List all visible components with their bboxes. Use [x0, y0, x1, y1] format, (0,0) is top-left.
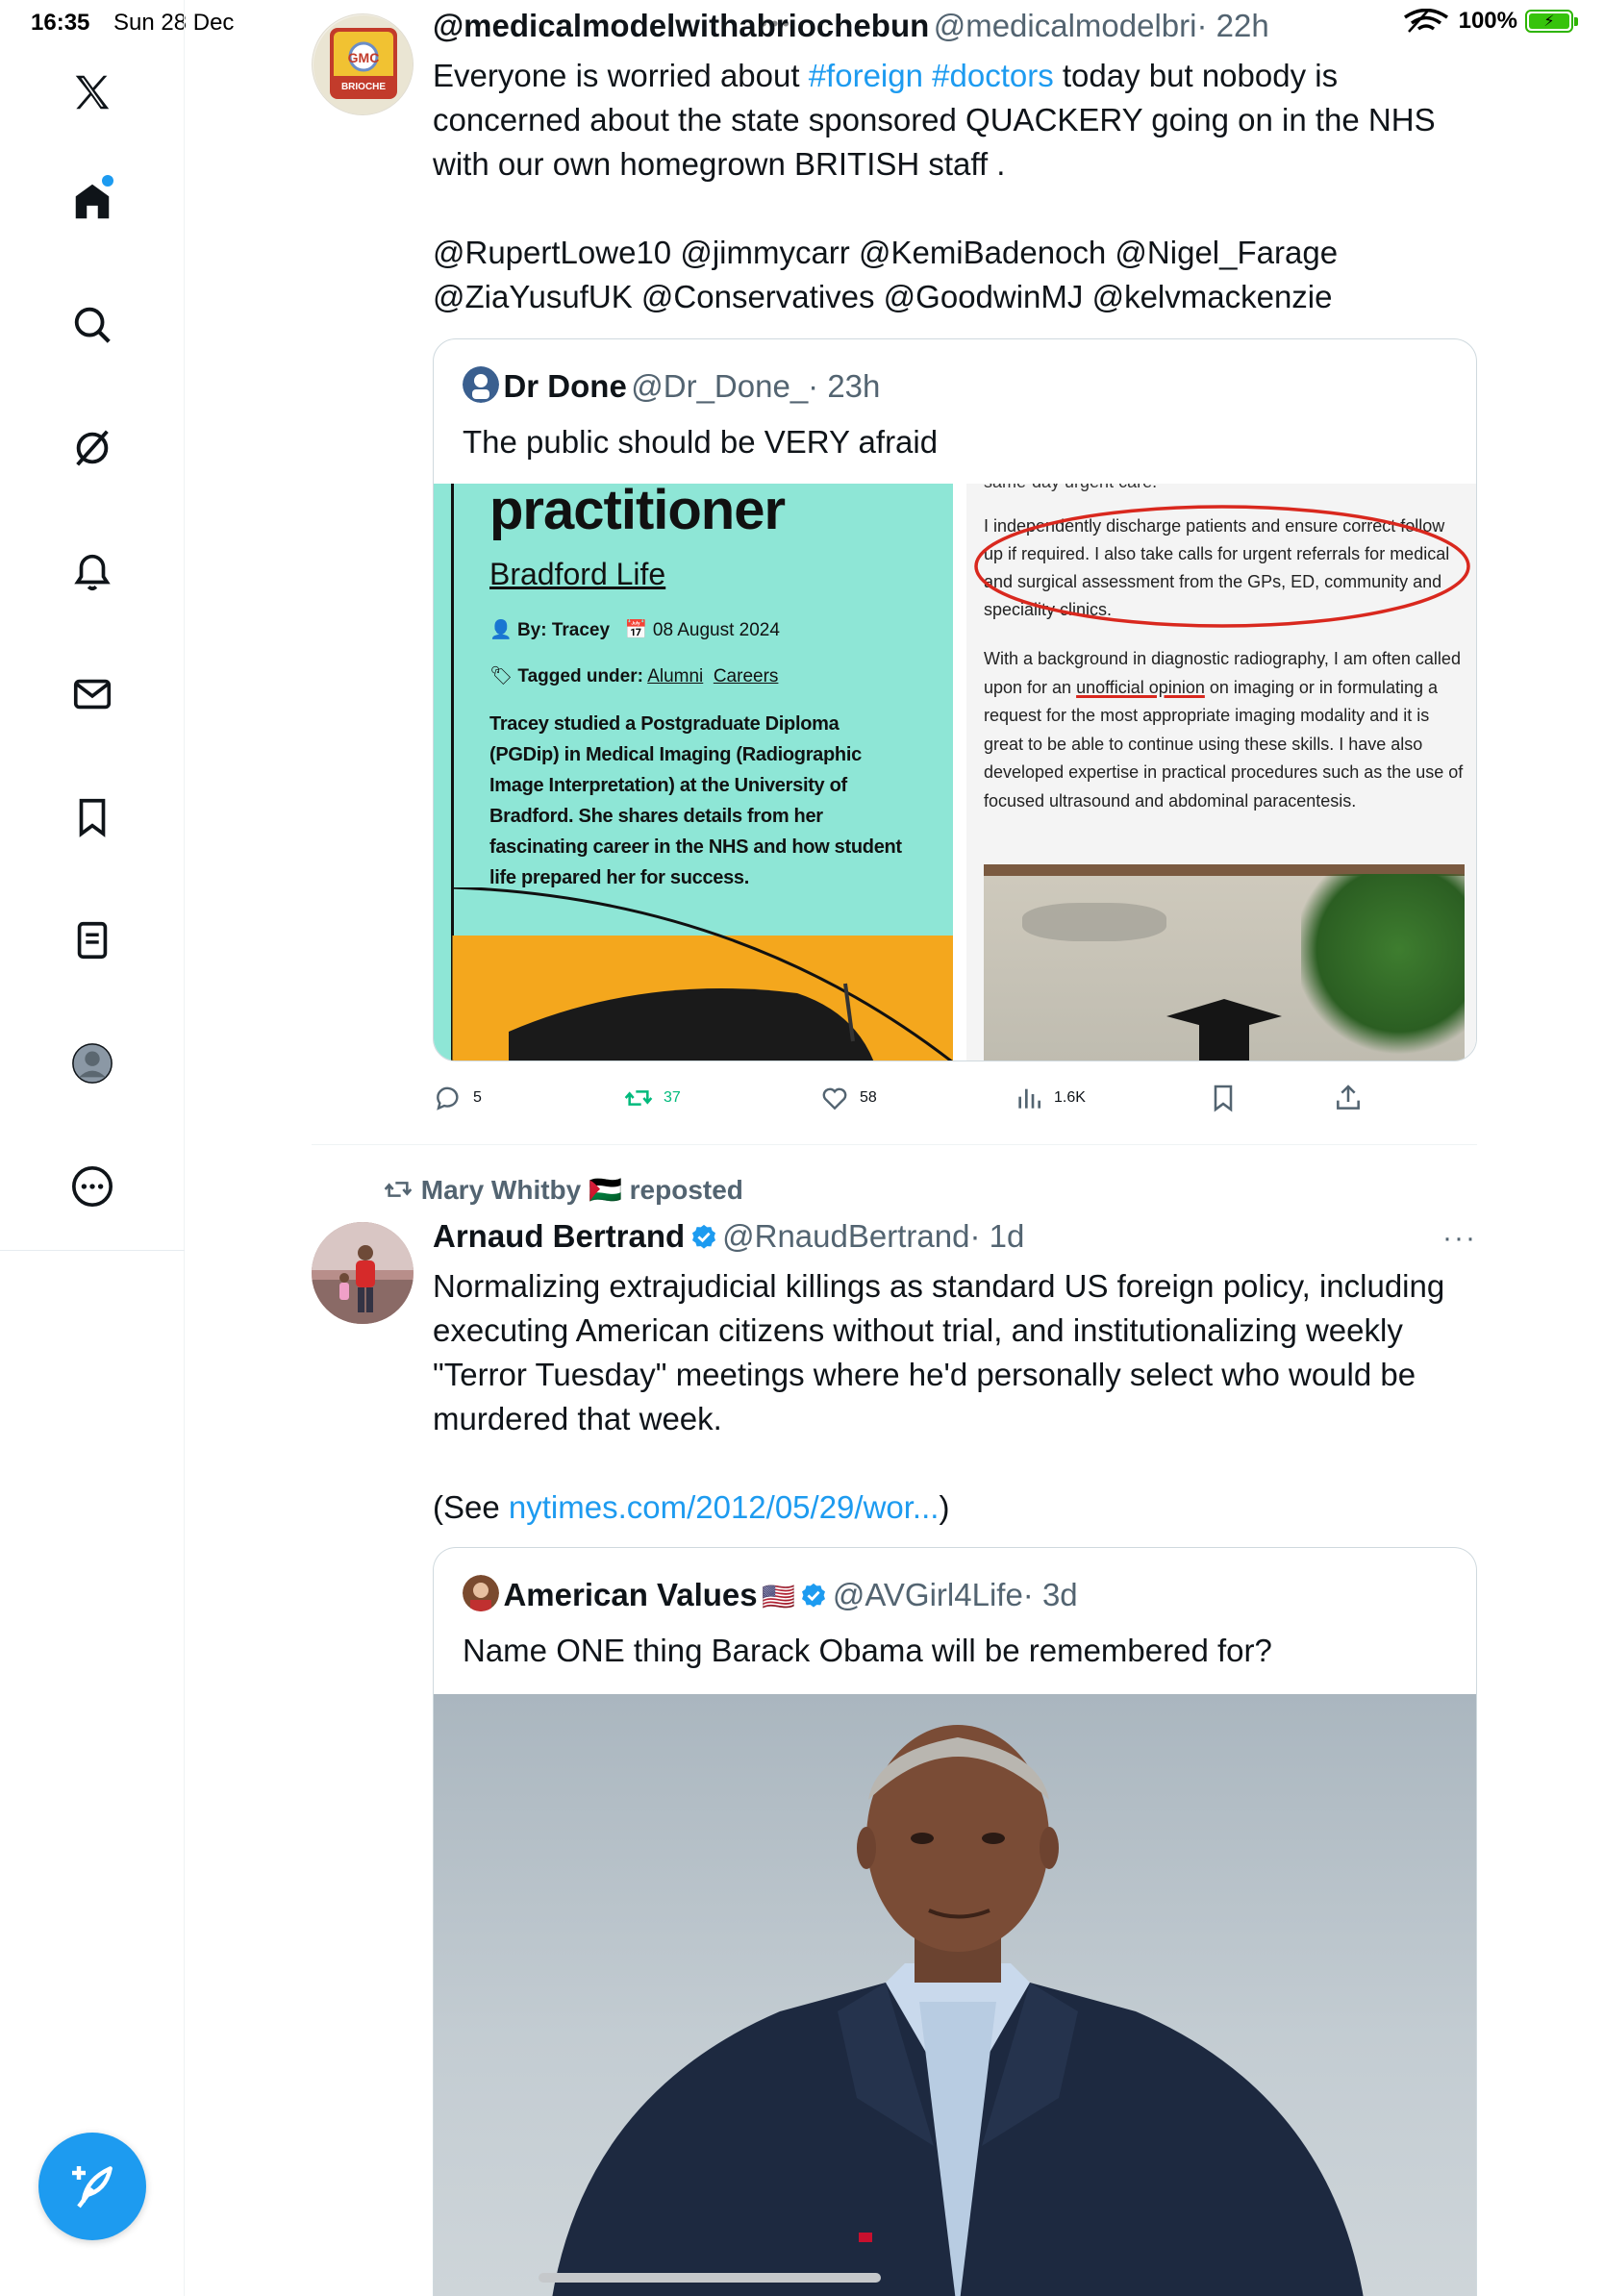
tweet-arnaud[interactable]: Mary Whitby 🇵🇸 reposted Arnaud Bertrand …	[312, 1145, 1477, 2296]
graduation-cap-image	[451, 887, 953, 1061]
verified-badge-icon	[802, 1583, 826, 1608]
author-name[interactable]: @medicalmodelwithabriochebun	[433, 8, 929, 43]
tweet-header: @medicalmodelwithabriochebun @medicalmod…	[433, 8, 1269, 44]
arnaud-avatar-image	[312, 1222, 414, 1324]
quote-image-right[interactable]: same-day urgent care. I independently di…	[966, 484, 1476, 1061]
underlined-phrase: unofficial opinion	[1076, 677, 1205, 697]
repost-count: 37	[664, 1089, 681, 1106]
article-subtitle: Bradford Life	[489, 557, 666, 591]
repost-context-icon	[384, 1182, 413, 1197]
share-icon	[1337, 1085, 1360, 1110]
reply-button[interactable]: 5	[433, 1083, 482, 1113]
like-count: 58	[860, 1089, 877, 1106]
author-handle[interactable]: @medicalmodelbri	[934, 8, 1197, 43]
calendar-icon: 📅	[624, 620, 648, 640]
article-byline: 👤 By: Tracey 📅 08 August 2024	[489, 620, 780, 640]
search-icon[interactable]	[63, 296, 121, 354]
lists-icon[interactable]	[63, 911, 121, 969]
tweet-see-link: (See nytimes.com/2012/05/29/wor...)	[433, 1489, 950, 1525]
more-options-icon[interactable]	[63, 1158, 121, 1215]
article-right-top: same-day urgent care.	[984, 484, 1157, 492]
article-summary: Tracey studied a Postgraduate Diploma (P…	[489, 713, 902, 888]
quote-avatar[interactable]	[463, 1575, 499, 1611]
quote-time: · 3d	[1022, 1577, 1078, 1612]
heart-icon	[822, 1087, 847, 1111]
tweet-time[interactable]: · 1d	[969, 1218, 1024, 1254]
article-paragraph: With a background in diagnostic radiogra…	[984, 649, 1464, 811]
home-indicator[interactable]	[539, 2273, 881, 2283]
gmc-badge-image: GMC BRIOCHE	[313, 15, 413, 114]
bookmark-button[interactable]	[1208, 1083, 1239, 1113]
quote-text: Name ONE thing Barack Obama will be reme…	[463, 1633, 1272, 1668]
nytimes-link[interactable]: nytimes.com/2012/05/29/wor...	[509, 1489, 940, 1525]
notification-dot	[102, 175, 113, 187]
x-logo-icon[interactable]	[63, 63, 121, 121]
quote-avatar[interactable]	[463, 366, 499, 403]
sidebar-divider	[0, 1250, 185, 1251]
tweet-header: Arnaud Bertrand @RnaudBertrand· 1d	[433, 1218, 1024, 1255]
portrait-illustration	[552, 1725, 1364, 2296]
views-button[interactable]: 1.6K	[1014, 1083, 1086, 1113]
quoted-tweet-drdone[interactable]: Dr Done @Dr_Done_· 23h The public should…	[433, 338, 1477, 1061]
quote-author-handle[interactable]: @AVGirl4Life	[833, 1577, 1023, 1612]
repost-button[interactable]: 37	[623, 1083, 681, 1113]
quote-time: · 23h	[808, 368, 881, 404]
obama-portrait-image[interactable]	[434, 1694, 1476, 2296]
bookmark-icon	[1214, 1085, 1233, 1112]
svg-text:GMC: GMC	[348, 50, 380, 65]
quote-author-name[interactable]: American Values	[503, 1577, 757, 1612]
quote-image-left[interactable]: practitioner Bradford Life 👤 By: Tracey …	[434, 484, 953, 1061]
quote-author-handle[interactable]: @Dr_Done_	[631, 368, 808, 404]
compose-post-button[interactable]	[38, 2133, 146, 2240]
quoted-tweet-americanvalues[interactable]: American Values 🇺🇸 @AVGirl4Life· 3d Name…	[433, 1547, 1477, 2296]
us-flag-icon: 🇺🇸	[762, 1582, 795, 1611]
tweet-body: Everyone is worried about #foreign #doct…	[433, 54, 1477, 187]
quote-text: The public should be VERY afraid	[463, 424, 939, 460]
reply-icon	[437, 1086, 459, 1111]
like-button[interactable]: 58	[819, 1083, 877, 1113]
view-count: 1.6K	[1054, 1089, 1086, 1106]
hashtag-doctors[interactable]: #doctors	[932, 58, 1054, 93]
avatar-arnaud[interactable]	[312, 1222, 414, 1324]
tweet-mentions[interactable]: @RupertLowe10 @jimmycarr @KemiBadenoch @…	[433, 231, 1477, 319]
tweet-medicalmodel[interactable]: GMC BRIOCHE @medicalmodelwithabriochebun…	[312, 0, 1477, 1144]
notifications-bell-icon[interactable]	[63, 542, 121, 600]
quote-header: Dr Done @Dr_Done_· 23h	[463, 366, 880, 405]
battery-icon: ⚡	[1525, 10, 1578, 33]
person-icon: 👤	[489, 620, 513, 640]
quote-header: American Values 🇺🇸 @AVGirl4Life· 3d	[463, 1575, 1078, 1613]
author-handle[interactable]: @RnaudBertrand	[722, 1218, 969, 1254]
compose-feather-icon	[72, 2166, 113, 2209]
svg-text:BRIOCHE: BRIOCHE	[341, 82, 386, 92]
red-circle-annotation	[974, 505, 1470, 628]
tweet-text-part: Everyone is worried about	[433, 58, 809, 93]
views-chart-icon	[1018, 1088, 1040, 1109]
quote-author-name[interactable]: Dr Done	[503, 368, 626, 404]
article-tags: 🏷 Tagged under: Alumni Careers	[489, 666, 779, 686]
bookmarks-icon[interactable]	[63, 788, 121, 846]
avatar-medicalmodel[interactable]: GMC BRIOCHE	[312, 13, 414, 115]
tag-icon: 🏷	[489, 666, 514, 686]
tweet-body: Normalizing extrajudicial killings as st…	[433, 1268, 1445, 1436]
more-menu-icon[interactable]: ···	[1442, 1222, 1477, 1255]
article-title: practitioner	[489, 484, 786, 541]
sidebar	[0, 0, 185, 2296]
repost-context[interactable]: Mary Whitby 🇵🇸 reposted	[383, 1174, 743, 1206]
repost-icon	[624, 1090, 653, 1106]
verified-badge-icon	[691, 1224, 715, 1249]
tweet-time[interactable]: · 22h	[1196, 8, 1268, 43]
reply-count: 5	[473, 1089, 482, 1106]
home-icon[interactable]	[63, 173, 121, 231]
hashtag-foreign[interactable]: #foreign	[809, 58, 923, 93]
graduation-photo	[984, 864, 1465, 1061]
share-button[interactable]	[1333, 1083, 1364, 1113]
grok-icon[interactable]	[63, 419, 121, 477]
messages-mail-icon[interactable]	[63, 665, 121, 723]
profile-avatar-icon[interactable]	[63, 1035, 121, 1092]
author-name[interactable]: Arnaud Bertrand	[433, 1218, 685, 1254]
